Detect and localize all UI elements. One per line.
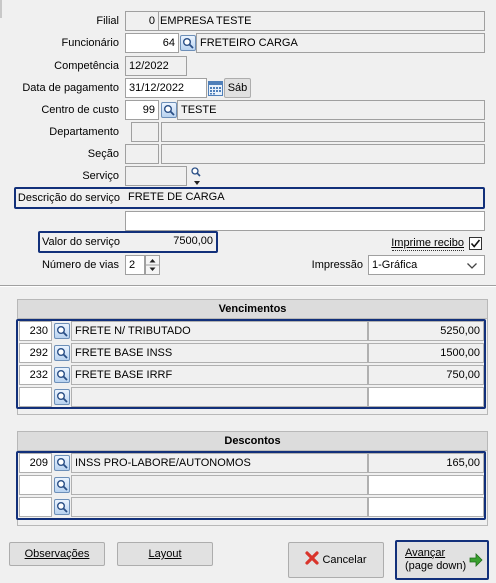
filial-code: 0 <box>125 11 159 31</box>
servico-label: Serviço <box>82 170 119 182</box>
lookup-icon[interactable] <box>54 389 70 405</box>
descontos-desc-cell <box>71 475 368 495</box>
vencimentos-row: 232 FRETE BASE IRRF 750,00 <box>19 365 484 385</box>
descricao-input[interactable]: FRETE DE CARGA <box>125 189 483 207</box>
imprime-recibo-checkbox[interactable] <box>469 237 482 250</box>
descricao-input-line2[interactable] <box>125 211 485 231</box>
cancel-x-icon <box>305 551 320 565</box>
vencimentos-row: 230 FRETE N/ TRIBUTADO 5250,00 <box>19 321 484 341</box>
departamento-name <box>161 122 485 142</box>
vencimentos-code-cell[interactable]: 292 <box>19 343 52 363</box>
departamento-code <box>131 122 159 142</box>
descontos-desc-cell: INSS PRO-LABORE/AUTONOMOS <box>71 453 368 473</box>
descontos-value-cell[interactable]: 165,00 <box>368 453 484 473</box>
observacoes-button-label: Observações <box>24 548 90 560</box>
calendar-icon[interactable] <box>208 80 223 96</box>
impressao-label: Impressão <box>311 259 363 271</box>
data-pagamento-input[interactable]: 31/12/2022 <box>125 78 207 98</box>
layout-button[interactable]: Layout <box>117 542 213 566</box>
lookup-icon[interactable] <box>54 477 70 493</box>
descontos-code-cell[interactable] <box>19 497 52 517</box>
descontos-value-cell[interactable] <box>368 475 484 495</box>
centro-custo-lookup-icon[interactable] <box>161 102 177 118</box>
descontos-row: 209 INSS PRO-LABORE/AUTONOMOS 165,00 <box>19 453 484 473</box>
departamento-label: Departamento <box>49 126 119 138</box>
avancar-button-label: Avançar <box>405 547 446 559</box>
descontos-row <box>19 475 484 495</box>
vencimentos-row <box>19 387 484 407</box>
checkmark-icon <box>470 239 481 248</box>
vencimentos-desc-cell: FRETE N/ TRIBUTADO <box>71 321 368 341</box>
separator-line <box>0 285 496 287</box>
filial-name: EMPRESA TESTE <box>159 11 485 31</box>
avancar-button-sublabel: (page down) <box>405 560 467 572</box>
descontos-title: Descontos <box>18 432 487 451</box>
lookup-icon[interactable] <box>54 499 70 515</box>
vencimentos-desc-cell: FRETE BASE INSS <box>71 343 368 363</box>
lookup-icon[interactable] <box>54 455 70 471</box>
dropdown-arrow-icon[interactable] <box>466 261 478 269</box>
vencimentos-code-cell[interactable]: 230 <box>19 321 52 341</box>
vencimentos-desc-cell: FRETE BASE IRRF <box>71 365 368 385</box>
focus-dotted-line <box>392 250 464 251</box>
spin-up-icon <box>149 259 156 263</box>
descontos-row <box>19 497 484 517</box>
numero-vias-input[interactable]: 2 <box>125 255 145 275</box>
descontos-code-cell[interactable] <box>19 475 52 495</box>
lookup-icon[interactable] <box>54 323 70 339</box>
funcionario-lookup-icon[interactable] <box>180 35 196 51</box>
secao-name <box>161 144 485 164</box>
vencimentos-value-cell[interactable]: 5250,00 <box>368 321 484 341</box>
funcionario-name: FRETEIRO CARGA <box>196 33 485 53</box>
valor-label: Valor do serviço <box>41 236 120 248</box>
centro-custo-name: TESTE <box>177 100 485 120</box>
descontos-code-cell[interactable]: 209 <box>19 453 52 473</box>
arrow-right-icon <box>469 553 483 567</box>
data-pagamento-label: Data de pagamento <box>22 82 119 94</box>
cancelar-button[interactable]: Cancelar <box>288 542 384 578</box>
vencimentos-value-cell[interactable]: 750,00 <box>368 365 484 385</box>
filial-label: Filial <box>96 15 119 27</box>
centro-custo-label: Centro de custo <box>41 104 119 116</box>
descontos-value-cell[interactable] <box>368 497 484 517</box>
numero-vias-spinner[interactable] <box>145 255 160 275</box>
vencimentos-value-cell[interactable]: 1500,00 <box>368 343 484 363</box>
descricao-label: Descrição do serviço <box>17 192 120 204</box>
avancar-button[interactable]: Avançar (page down) <box>395 540 489 580</box>
centro-custo-code-input[interactable]: 99 <box>125 100 159 120</box>
valor-input[interactable]: 7500,00 <box>125 233 216 251</box>
vencimentos-title: Vencimentos <box>18 300 487 319</box>
layout-button-label: Layout <box>148 548 182 560</box>
cancelar-button-label: Cancelar <box>322 554 367 566</box>
weekday-display: Sáb <box>224 78 251 98</box>
vencimentos-value-cell[interactable] <box>368 387 484 407</box>
numero-vias-label: Número de vias <box>41 259 119 271</box>
competencia-field: 12/2022 <box>125 56 187 76</box>
vencimentos-code-cell[interactable] <box>19 387 52 407</box>
servico-code <box>125 166 187 186</box>
secao-code <box>125 144 159 164</box>
lookup-icon[interactable] <box>54 367 70 383</box>
secao-label: Seção <box>87 148 119 160</box>
vencimentos-row: 292 FRETE BASE INSS 1500,00 <box>19 343 484 363</box>
lookup-icon[interactable] <box>54 345 70 361</box>
observacoes-button[interactable]: Observações <box>9 542 105 566</box>
servico-lookup-icon[interactable] <box>190 166 204 188</box>
competencia-label: Competência <box>54 60 119 72</box>
spin-down-icon <box>149 267 156 271</box>
vencimentos-desc-cell <box>71 387 368 407</box>
descontos-desc-cell <box>71 497 368 517</box>
funcionario-code-input[interactable]: 64 <box>125 33 179 53</box>
vencimentos-code-cell[interactable]: 232 <box>19 365 52 385</box>
funcionario-label: Funcionário <box>61 37 119 49</box>
